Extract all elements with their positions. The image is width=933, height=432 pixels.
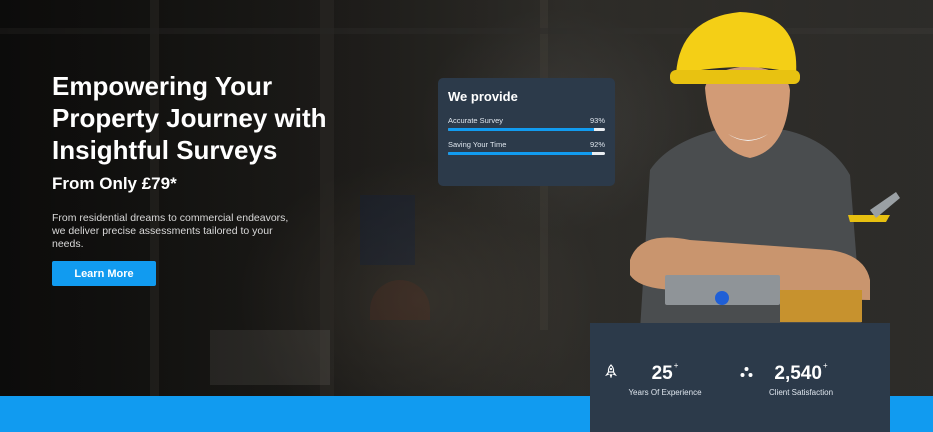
stats-panel: 25+ Years Of Experience 2,540+ Client Sa… [590, 323, 890, 432]
stat-clients: 2,540+ Client Satisfaction [741, 361, 861, 397]
we-provide-card: We provide Accurate Survey 93% Saving Yo… [438, 78, 615, 186]
skill-percent: 92% [589, 140, 605, 149]
stat-label: Years Of Experience [628, 388, 702, 397]
progress-track [448, 152, 605, 155]
skill-percent: 93% [589, 116, 605, 125]
worker-photo [630, 12, 900, 330]
skill-label: Accurate Survey [448, 116, 504, 125]
stat-suffix: + [673, 361, 679, 370]
progress-fill [448, 152, 593, 155]
we-provide-title: We provide [448, 89, 518, 104]
hero-price: From Only £79* [52, 174, 177, 193]
stat-years: 25+ Years Of Experience [605, 361, 725, 397]
progress-track [448, 128, 605, 131]
learn-more-button[interactable]: Learn More [52, 261, 156, 286]
stat-suffix: + [822, 361, 828, 370]
stat-label: Client Satisfaction [768, 388, 834, 397]
stat-number: 25 [651, 363, 673, 384]
skill-accurate-survey: Accurate Survey 93% [448, 116, 605, 131]
hero-headline: Empowering Your Property Journey with In… [52, 71, 327, 165]
skill-saving-time: Saving Your Time 92% [448, 140, 605, 155]
skill-label: Saving Your Time [448, 140, 507, 149]
stat-number: 2,540 [774, 363, 822, 384]
progress-fill [448, 128, 594, 131]
hero-description: From residential dreams to commercial en… [52, 212, 289, 250]
